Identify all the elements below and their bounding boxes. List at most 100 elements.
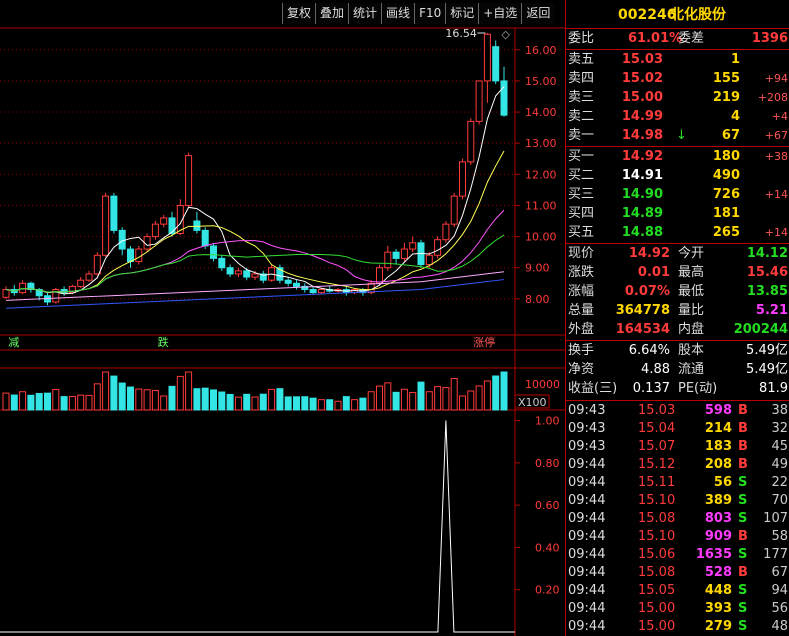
toolbar-button-3[interactable]: 画线 [381,3,415,24]
quote-row-change: 涨跌 0.01 最高 15.46 [566,264,789,282]
tick-flag: B [738,421,748,436]
candle-body [110,195,118,231]
tick-row[interactable]: 09:44 15.00 279 S 48 [566,618,789,636]
indicator-tick-label: 0.40 [535,541,560,554]
volume-bar [218,391,226,411]
tick-volume: 528 [704,565,732,580]
toolbar-button-1[interactable]: 叠加 [315,3,349,24]
pct-value: 0.07% [624,284,670,299]
volume-bar [351,399,359,411]
toolbar-button-4[interactable]: F10 [414,3,446,24]
toolbar-button-7[interactable]: 返回 [521,3,555,24]
sells-price: 15.02 [621,71,663,86]
tick-row[interactable]: 09:44 15.10 909 B 58 [566,528,789,546]
volume-bar [176,375,184,411]
tick-price: 15.08 [638,511,676,526]
sells-price: 15.00 [621,90,663,105]
toolbar-button-0[interactable]: 复权 [282,3,316,24]
volume-bar [409,391,417,411]
tick-row[interactable]: 09:43 15.03 598 B 38 [566,402,789,420]
volume-bar [2,392,10,411]
indicator-tick-label: 1.00 [535,415,560,428]
volume-bar [251,396,259,411]
tick-volume: 279 [704,619,732,634]
tick-row[interactable]: 09:44 15.06 1635 S 177 [566,546,789,564]
toolbar-button-2[interactable]: 统计 [348,3,382,24]
tick-flag: B [738,439,748,454]
tick-time: 09:44 [568,475,606,490]
volume-bar [384,382,392,411]
tick-flag: S [738,547,748,562]
volume-bar [27,394,35,411]
float-label: 流通 [678,362,705,377]
candle-body [218,257,226,269]
candle-body [135,248,143,263]
candle-body [102,195,110,256]
sells-volume: 67 [721,128,740,143]
sells-volume: 1 [730,52,740,67]
tick-row[interactable]: 09:44 15.05 448 S 94 [566,582,789,600]
tick-time: 09:44 [568,565,606,580]
tick-row[interactable]: 09:43 15.04 214 B 32 [566,420,789,438]
volume-bar [118,382,126,411]
change-value: 0.01 [637,265,670,280]
toolbar-button-5[interactable]: 标记 [445,3,479,24]
candle-body [293,282,300,287]
tick-row[interactable]: 09:44 15.00 393 S 56 [566,600,789,618]
tick-flag: B [738,403,748,418]
candle-body [226,267,234,275]
kline-chart-area[interactable]: 8.00 9.00 10.00 11.00 12.00 13.00 14.00 15.00 16… [0,0,565,636]
tick-row[interactable]: 09:44 15.11 56 S 22 [566,474,789,492]
sells-label: 卖二 [568,109,595,124]
stock-header: 002246 北化股份 [566,4,789,26]
buys-change: +14 [764,188,788,201]
tick-count: 48 [771,619,788,634]
candle-body [243,270,251,278]
price-tick-label: 9.00 [525,262,550,275]
candle-body [317,289,325,294]
toolbar-button-6[interactable]: +自选 [478,3,522,24]
tick-count: 49 [771,457,788,472]
low-label: 最低 [678,284,705,299]
buys-volume: 726 [712,187,740,202]
volume-bar [450,378,458,411]
buys-price: 14.92 [621,149,663,164]
quote-panel: 002246 北化股份 委比 61.01% 委差 1396 卖五 15.03 1 卖四… [565,0,789,636]
weibi-row: 委比 61.01% 委差 1396 [566,30,789,48]
tick-time: 09:43 [568,439,606,454]
tick-flag: S [738,619,748,634]
sells-row: 卖五 15.03 1 [566,51,789,69]
tick-row[interactable]: 09:44 15.08 803 S 107 [566,510,789,528]
volume-bar [309,397,317,411]
tick-price: 15.06 [638,547,676,562]
volume-bar [44,392,51,411]
volume-bar [102,371,110,411]
sells-change: +208 [757,91,788,104]
candle-body [376,267,383,284]
sells-row: 卖四 15.02 155 +94 [566,70,789,88]
volume-bar [284,396,292,411]
tick-flag: S [738,583,748,598]
sells-row: 卖三 15.00 219 +208 [566,89,789,107]
divider [566,49,789,50]
sells-label: 卖三 [568,90,595,105]
candle-body [193,220,201,231]
shares-label: 股本 [678,343,705,358]
tick-count: 70 [771,493,788,508]
tick-row[interactable]: 09:44 15.10 389 S 70 [566,492,789,510]
kline-chart-svg[interactable]: 8.00 9.00 10.00 11.00 12.00 13.00 14.00 15.00 16… [0,0,565,636]
tick-row[interactable]: 09:44 15.12 208 B 49 [566,456,789,474]
volume-bar [359,397,367,411]
tick-count: 45 [771,439,788,454]
candle-body [409,242,417,250]
candle-body [475,80,483,122]
weicha-label: 委差 [678,31,705,46]
tick-row[interactable]: 09:44 15.08 528 B 67 [566,564,789,582]
candle-body [425,254,433,266]
candle-body [127,248,134,263]
low-value: 13.85 [746,284,788,299]
tick-flag: S [738,493,748,508]
tick-row[interactable]: 09:43 15.07 183 B 45 [566,438,789,456]
candle-body [118,229,126,250]
high-value: 15.46 [746,265,788,280]
